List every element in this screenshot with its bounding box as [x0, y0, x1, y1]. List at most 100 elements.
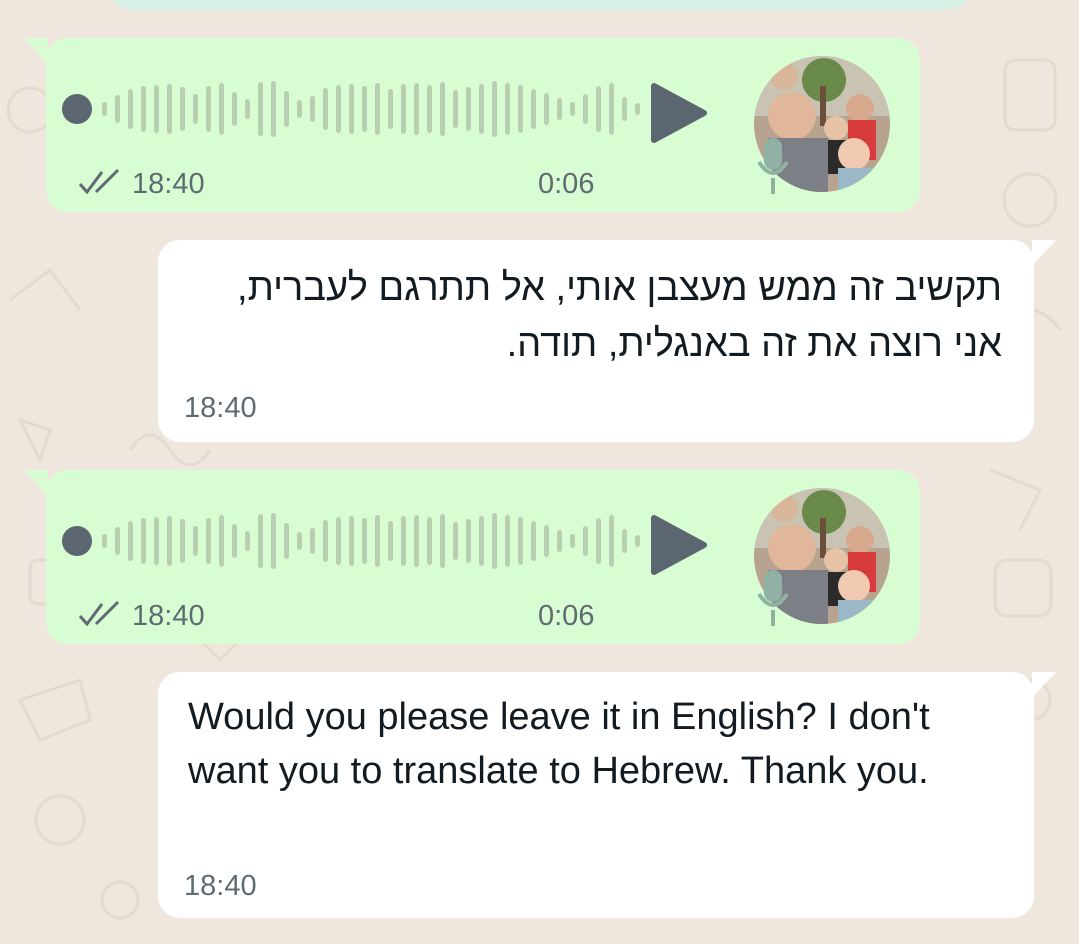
- waveform-bar: [297, 532, 302, 550]
- waveform-bar: [388, 89, 393, 129]
- voice-duration: 0:06: [538, 600, 595, 632]
- voice-duration: 0:06: [538, 168, 595, 200]
- play-icon[interactable]: [650, 514, 708, 576]
- waveform-bar: [557, 530, 562, 552]
- waveform-bar: [245, 531, 250, 551]
- waveform-bar: [583, 94, 588, 124]
- bubble-tail: [24, 38, 48, 64]
- waveform-bar: [531, 521, 536, 561]
- waveform-bar: [544, 525, 549, 557]
- waveform-bar: [284, 91, 289, 127]
- waveform-bar: [167, 84, 172, 134]
- voice-waveform[interactable]: [96, 74, 656, 144]
- playback-position-dot[interactable]: [62, 526, 92, 556]
- waveform-bar: [323, 520, 328, 562]
- waveform-bar: [115, 95, 120, 123]
- message-text: תקשיב זה ממש מעצבן אותי, אל תתרגם לעברית…: [237, 267, 1002, 365]
- waveform-bar: [557, 98, 562, 120]
- waveform-bar: [453, 522, 458, 560]
- waveform-bar: [154, 85, 159, 133]
- waveform-bar: [401, 84, 406, 134]
- waveform-bar: [570, 102, 575, 116]
- waveform-bar: [141, 86, 146, 132]
- waveform-bar: [609, 83, 614, 135]
- waveform-bar: [492, 81, 497, 137]
- waveform-bar: [479, 84, 484, 134]
- waveform-bar: [518, 517, 523, 565]
- waveform-bar: [375, 515, 380, 567]
- waveform-bar: [505, 83, 510, 135]
- waveform-bar: [102, 534, 107, 548]
- waveform-bar: [245, 99, 250, 119]
- waveform-bar: [310, 96, 315, 122]
- waveform-bar: [622, 529, 627, 553]
- message-time: 18:40: [184, 392, 257, 424]
- waveform-bar: [440, 514, 445, 568]
- waveform-bar: [232, 524, 237, 558]
- waveform-bar: [102, 102, 107, 116]
- microphone-icon: [757, 570, 789, 626]
- waveform-bar: [544, 93, 549, 125]
- waveform-bar: [193, 94, 198, 124]
- waveform-bar: [492, 513, 497, 569]
- waveform-bar: [219, 515, 224, 567]
- waveform-bar: [271, 81, 276, 137]
- waveform-bar: [167, 516, 172, 566]
- voice-message-bubble[interactable]: 18:40 0:06: [24, 38, 920, 212]
- waveform-bar: [206, 86, 211, 132]
- message-time: 18:40: [184, 870, 257, 902]
- microphone-icon: [757, 138, 789, 194]
- waveform-bar: [193, 526, 198, 556]
- waveform-bar: [180, 87, 185, 131]
- waveform-bar: [453, 90, 458, 128]
- waveform-bar: [206, 518, 211, 564]
- waveform-bar: [440, 82, 445, 136]
- playback-position-dot[interactable]: [62, 94, 92, 124]
- voice-message-bubble[interactable]: 18:40 0:06: [24, 470, 920, 644]
- waveform-bar: [531, 89, 536, 129]
- waveform-bar: [479, 516, 484, 566]
- waveform-bar: [596, 518, 601, 564]
- waveform-bar: [466, 87, 471, 131]
- waveform-bar: [583, 526, 588, 556]
- waveform-bar: [414, 83, 419, 135]
- waveform-bar: [427, 85, 432, 133]
- waveform-bar: [115, 527, 120, 555]
- bubble-tail: [24, 470, 48, 496]
- waveform-bar: [180, 519, 185, 563]
- waveform-bar: [401, 516, 406, 566]
- incoming-message-bubble[interactable]: תקשיב זה ממש מעצבן אותי, אל תתרגם לעברית…: [158, 240, 1056, 442]
- waveform-bar: [635, 103, 640, 115]
- waveform-bar: [427, 517, 432, 565]
- waveform-bar: [375, 83, 380, 135]
- play-icon[interactable]: [650, 82, 708, 144]
- waveform-bar: [284, 523, 289, 559]
- waveform-bar: [349, 84, 354, 134]
- bubble-tail: [1032, 240, 1056, 266]
- waveform-bar: [518, 85, 523, 133]
- message-time: 18:40: [132, 600, 205, 632]
- waveform-bar: [128, 521, 133, 561]
- voice-waveform[interactable]: [96, 506, 656, 576]
- waveform-bar: [297, 100, 302, 118]
- message-time: 18:40: [132, 168, 205, 200]
- waveform-bar: [362, 86, 367, 132]
- waveform-bar: [232, 92, 237, 126]
- bubble-tail: [1032, 672, 1056, 698]
- waveform-bar: [609, 515, 614, 567]
- waveform-bar: [128, 89, 133, 129]
- waveform-bar: [141, 518, 146, 564]
- double-check-icon: [78, 168, 120, 195]
- waveform-bar: [362, 518, 367, 564]
- waveform-bar: [323, 88, 328, 130]
- waveform-bar: [258, 514, 263, 568]
- waveform-bar: [258, 82, 263, 136]
- waveform-bar: [219, 83, 224, 135]
- waveform-bar: [505, 515, 510, 567]
- waveform-bar: [622, 97, 627, 121]
- message-text: Would you please leave it in English? I …: [188, 696, 930, 792]
- incoming-message-bubble[interactable]: Would you please leave it in English? I …: [158, 672, 1056, 918]
- waveform-bar: [596, 86, 601, 132]
- waveform-bar: [271, 513, 276, 569]
- waveform-bar: [336, 517, 341, 565]
